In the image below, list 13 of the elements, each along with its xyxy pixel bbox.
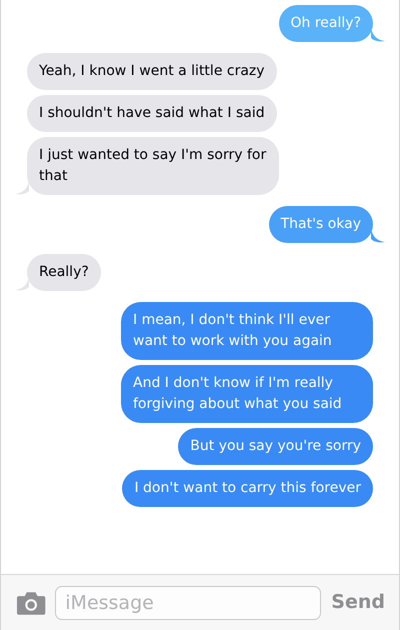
camera-icon[interactable] (16, 590, 46, 614)
message-bubble: I shouldn't have said what I said (27, 95, 277, 132)
message-bubble: Yeah, I know I went a little crazy (27, 53, 277, 90)
message-bubble: I don't want to carry this forever (122, 470, 373, 507)
message-bubble: Oh really? (278, 5, 373, 42)
message-bubble: I mean, I don't think I'll ever want to work with you again (121, 302, 373, 360)
message-bubble: Really? (27, 254, 101, 291)
message-bubble: I just wanted to say I'm sorry for that (27, 137, 279, 195)
message-bubble: And I don't know if I'm really forgiving about what you said (121, 365, 373, 423)
message-bubble: That's okay (268, 206, 373, 243)
message-bubble: But you say you're sorry (178, 428, 373, 465)
message-field[interactable]: iMessage (55, 586, 322, 620)
send-button[interactable]: Send (330, 588, 385, 617)
